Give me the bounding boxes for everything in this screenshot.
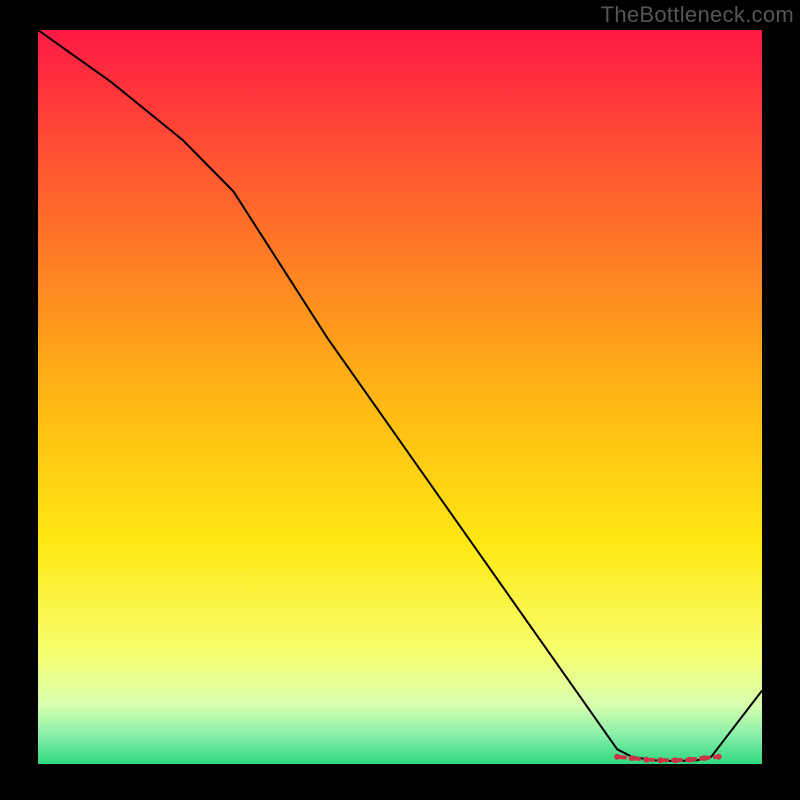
marker-dot bbox=[629, 755, 635, 761]
gradient-background bbox=[38, 30, 762, 764]
marker-dot bbox=[701, 755, 707, 761]
marker-dot bbox=[687, 757, 693, 763]
plot-area bbox=[38, 30, 762, 764]
chart-svg bbox=[38, 30, 762, 764]
chart-frame: TheBottleneck.com bbox=[0, 0, 800, 800]
marker-dot bbox=[716, 754, 722, 760]
marker-dot bbox=[672, 757, 678, 763]
marker-dot bbox=[614, 754, 620, 760]
watermark-label: TheBottleneck.com bbox=[601, 2, 794, 28]
marker-dot bbox=[643, 757, 649, 763]
marker-dot bbox=[658, 757, 664, 763]
